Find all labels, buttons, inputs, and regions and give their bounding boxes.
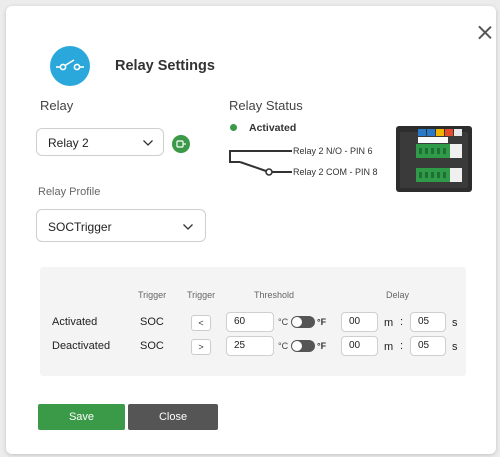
threshold-input[interactable]: 25 [226, 336, 274, 356]
trigger-comparator-header: Trigger [187, 290, 216, 300]
seconds-label: s [452, 341, 458, 353]
row-label-activated: Activated [52, 316, 98, 328]
fahrenheit-label: °F [317, 341, 327, 351]
temperature-unit-toggle[interactable] [291, 340, 315, 352]
minutes-label: m [384, 341, 394, 353]
minutes-label: m [384, 317, 394, 329]
relay-switch-icon [50, 46, 90, 86]
delay-seconds-input[interactable]: 05 [410, 336, 446, 356]
save-button[interactable]: Save [38, 404, 125, 430]
chevron-down-icon [143, 140, 153, 146]
relay-status-label: Relay Status [229, 98, 303, 113]
comparator-button[interactable]: < [191, 315, 211, 331]
row-label-deactivated: Deactivated [52, 340, 111, 352]
relay-profile-value: SOCTrigger [48, 220, 112, 234]
close-button[interactable]: Close [128, 404, 218, 430]
comparator-button[interactable]: > [191, 339, 211, 355]
delay-seconds-input[interactable]: 05 [410, 312, 446, 332]
relay-device-image [396, 126, 472, 192]
relay-pin-com: Relay 2 COM - PIN 8 [293, 167, 378, 177]
time-colon: : [400, 316, 404, 328]
threshold-input[interactable]: 60 [226, 312, 274, 332]
relay-profile-label: Relay Profile [38, 186, 101, 198]
relay-profile-select[interactable]: SOCTrigger [36, 209, 206, 242]
relay-label: Relay [40, 98, 74, 113]
relay-select[interactable]: Relay 2 [36, 128, 164, 156]
delay-minutes-input[interactable]: 00 [341, 336, 378, 356]
status-dot-icon [230, 124, 237, 131]
trigger-value: SOC [140, 316, 164, 328]
relay-indicator-icon[interactable] [172, 135, 190, 153]
relay-contact-diagram-icon [229, 150, 292, 176]
temperature-unit-toggle[interactable] [291, 316, 315, 328]
time-colon: : [400, 340, 404, 352]
delay-header: Delay [386, 290, 410, 300]
delay-minutes-input[interactable]: 00 [341, 312, 378, 332]
celsius-label: °C [278, 317, 289, 327]
close-icon[interactable] [476, 24, 494, 42]
relay-select-value: Relay 2 [48, 136, 89, 150]
trigger-value: SOC [140, 340, 164, 352]
trigger-header: Trigger [138, 290, 167, 300]
relay-pin-no: Relay 2 N/O - PIN 6 [293, 146, 373, 156]
fahrenheit-label: °F [317, 317, 327, 327]
celsius-label: °C [278, 341, 289, 351]
seconds-label: s [452, 317, 458, 329]
threshold-header: Threshold [254, 290, 295, 300]
chevron-down-icon [183, 224, 193, 230]
dialog-title: Relay Settings [115, 58, 215, 74]
relay-status-value: Activated [249, 122, 297, 134]
